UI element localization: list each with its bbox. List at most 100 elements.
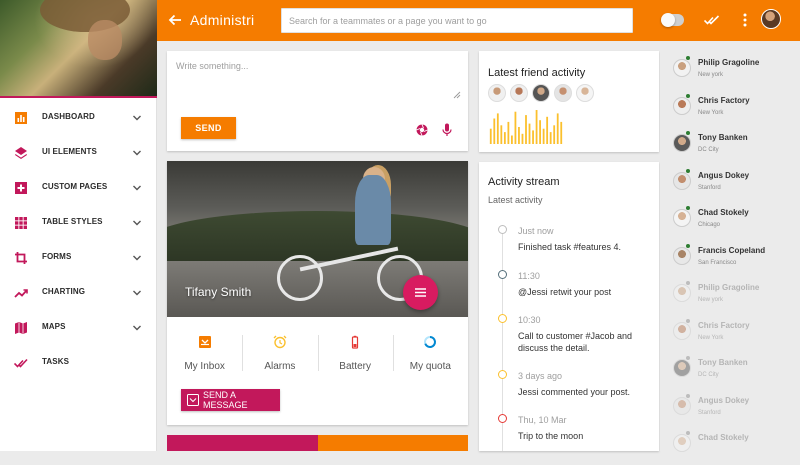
friend-avatar[interactable] (488, 84, 506, 102)
contact-item[interactable]: Francis Copeland San Francisco (660, 242, 800, 278)
search-input[interactable] (281, 8, 633, 33)
friend-avatar[interactable] (554, 84, 572, 102)
map-icon (15, 322, 27, 334)
contact-item[interactable]: Chris Factory New York (660, 317, 800, 353)
contact-location: New york (698, 72, 724, 78)
sidebar-item-table-styles[interactable]: TABLE STYLES (0, 205, 157, 240)
sidebar-item-forms[interactable]: FORMS (0, 240, 157, 275)
user-avatar[interactable] (761, 9, 781, 29)
chevron-down-icon[interactable] (132, 323, 142, 333)
profile-cover-photo: Tifany Smith (167, 161, 468, 317)
profile-name: Tifany Smith (185, 285, 252, 299)
contact-item[interactable]: Chad Stokely (660, 429, 800, 465)
timeline-time: 10:30 (518, 315, 541, 325)
stat-label: Alarms (264, 361, 296, 372)
activity-bar (511, 135, 513, 144)
chevron-down-icon[interactable] (132, 288, 142, 298)
contact-name: Francis Copeland (698, 246, 766, 255)
contact-item[interactable]: Philip Gragoline New york (660, 279, 800, 315)
contact-location: San Francisco (698, 260, 737, 266)
online-status-dot (685, 55, 691, 61)
profile-stats: My Inbox Alarms Battery My quota (167, 331, 468, 376)
contact-item[interactable]: Tony Banken DC City (660, 354, 800, 390)
menu-icon (415, 288, 426, 297)
send-message-button[interactable]: SEND A MESSAGE (181, 389, 280, 411)
contact-item[interactable]: Chris Factory New York (660, 92, 800, 128)
send-message-label: SEND A MESSAGE (203, 390, 248, 410)
contact-location: Stanford (698, 185, 721, 191)
friend-avatar[interactable] (576, 84, 594, 102)
chevron-down-icon[interactable] (132, 113, 142, 123)
contact-avatar (673, 134, 691, 152)
stat-battery[interactable]: Battery (317, 331, 393, 376)
contact-location: New York (698, 335, 724, 341)
contact-avatar (673, 59, 691, 77)
contact-name: Chris Factory (698, 321, 750, 330)
timeline-text: Finished task #features 4. (518, 242, 622, 252)
chevron-down-icon[interactable] (132, 183, 142, 193)
contact-item[interactable]: Chad Stokely Chicago (660, 204, 800, 240)
arrow-back-icon[interactable] (168, 13, 182, 27)
online-status-dot (685, 93, 691, 99)
camera-aperture-icon[interactable] (416, 124, 428, 136)
battery-icon (352, 335, 359, 349)
timeline-text: Trip to the moon (518, 431, 584, 441)
stat-alarms[interactable]: Alarms (242, 331, 317, 376)
timeline-time: Thu, 10 Mar (518, 415, 567, 425)
contact-item[interactable]: Angus Dokey Stanford (660, 392, 800, 428)
sidebar-item-label: CHARTING (42, 287, 86, 296)
sidebar-item-tasks[interactable]: TASKS (0, 345, 157, 380)
activity-bar (525, 115, 527, 144)
sidebar-item-ui-elements[interactable]: UI ELEMENTS (0, 135, 157, 170)
contact-item[interactable]: Angus Dokey Stanford (660, 167, 800, 203)
contact-avatar (673, 97, 691, 115)
sidebar-item-label: UI ELEMENTS (42, 147, 97, 156)
stat-my-quota[interactable]: My quota (392, 331, 468, 376)
more-vert-icon[interactable] (743, 13, 747, 27)
send-button[interactable]: SEND (181, 117, 236, 139)
sidebar-item-maps[interactable]: MAPS (0, 310, 157, 345)
done-all-icon[interactable] (704, 14, 720, 26)
trending-up-icon (14, 289, 28, 298)
friend-avatar[interactable] (510, 84, 528, 102)
sidebar-nav: DASHBOARD UI ELEMENTS CUSTOM PAGES TABLE… (0, 100, 157, 380)
sidebar-item-charting[interactable]: CHARTING (0, 275, 157, 310)
contact-avatar (673, 322, 691, 340)
post-textarea[interactable] (176, 61, 460, 101)
contact-avatar (673, 284, 691, 302)
stat-my-inbox[interactable]: My Inbox (167, 331, 242, 376)
contact-name: Philip Gragoline (698, 58, 760, 67)
sidebar-item-label: CUSTOM PAGES (42, 182, 108, 191)
activity-bar (553, 125, 556, 144)
microphone-icon[interactable] (442, 123, 452, 137)
contact-item[interactable]: Tony Banken DC City (660, 129, 800, 165)
timeline-dot (498, 270, 507, 279)
timeline-text: Jessi commented your post. (518, 387, 631, 397)
chevron-down-icon[interactable] (132, 148, 142, 158)
alarm-icon (273, 335, 287, 349)
contact-location: Stanford (698, 410, 721, 416)
sidebar-item-dashboard[interactable]: DASHBOARD (0, 100, 157, 135)
sidebar-item-custom-pages[interactable]: CUSTOM PAGES (0, 170, 157, 205)
resize-grip-icon[interactable] (453, 91, 461, 99)
contact-name: Chad Stokely (698, 208, 749, 217)
theme-toggle[interactable] (661, 13, 684, 27)
contact-item[interactable]: Philip Gragoline New york (660, 54, 800, 90)
offline-status-dot (685, 280, 691, 286)
bar-chart-icon (15, 112, 27, 124)
contact-name: Chris Factory (698, 96, 750, 105)
chevron-down-icon[interactable] (132, 218, 142, 228)
chevron-down-icon[interactable] (132, 253, 142, 263)
activity-bar (546, 116, 549, 144)
offline-status-dot (685, 318, 691, 324)
friend-avatar[interactable] (532, 84, 550, 102)
bottom-color-strip (167, 435, 468, 451)
strip-pink (167, 435, 318, 451)
profile-menu-fab[interactable] (403, 275, 438, 310)
strip-orange (318, 435, 468, 451)
contact-avatar (673, 209, 691, 227)
contact-name: Tony Banken (698, 133, 748, 142)
activity-bar (532, 130, 534, 144)
layers-icon (15, 147, 27, 159)
timeline-dot (498, 314, 507, 323)
